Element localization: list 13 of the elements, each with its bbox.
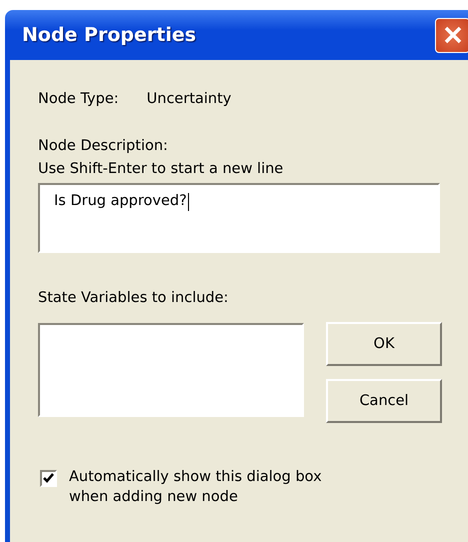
cancel-button[interactable]: Cancel <box>326 379 442 423</box>
state-variables-list[interactable] <box>38 323 304 417</box>
window-title: Node Properties <box>22 24 196 46</box>
auto-show-checkbox[interactable] <box>40 470 57 487</box>
description-field[interactable]: Is Drug approved? <box>38 183 440 253</box>
auto-show-label: Automatically show this dialog box when adding new node <box>69 468 323 507</box>
node-type-value: Uncertainty <box>146 91 232 107</box>
state-variables-label: State Variables to include: <box>38 290 230 306</box>
node-type-label: Node Type: <box>38 91 119 107</box>
description-label: Node Description: <box>38 138 169 154</box>
ok-button[interactable]: OK <box>326 322 442 366</box>
close-button[interactable] <box>435 18 468 52</box>
description-hint: Use Shift-Enter to start a new line <box>38 161 284 177</box>
